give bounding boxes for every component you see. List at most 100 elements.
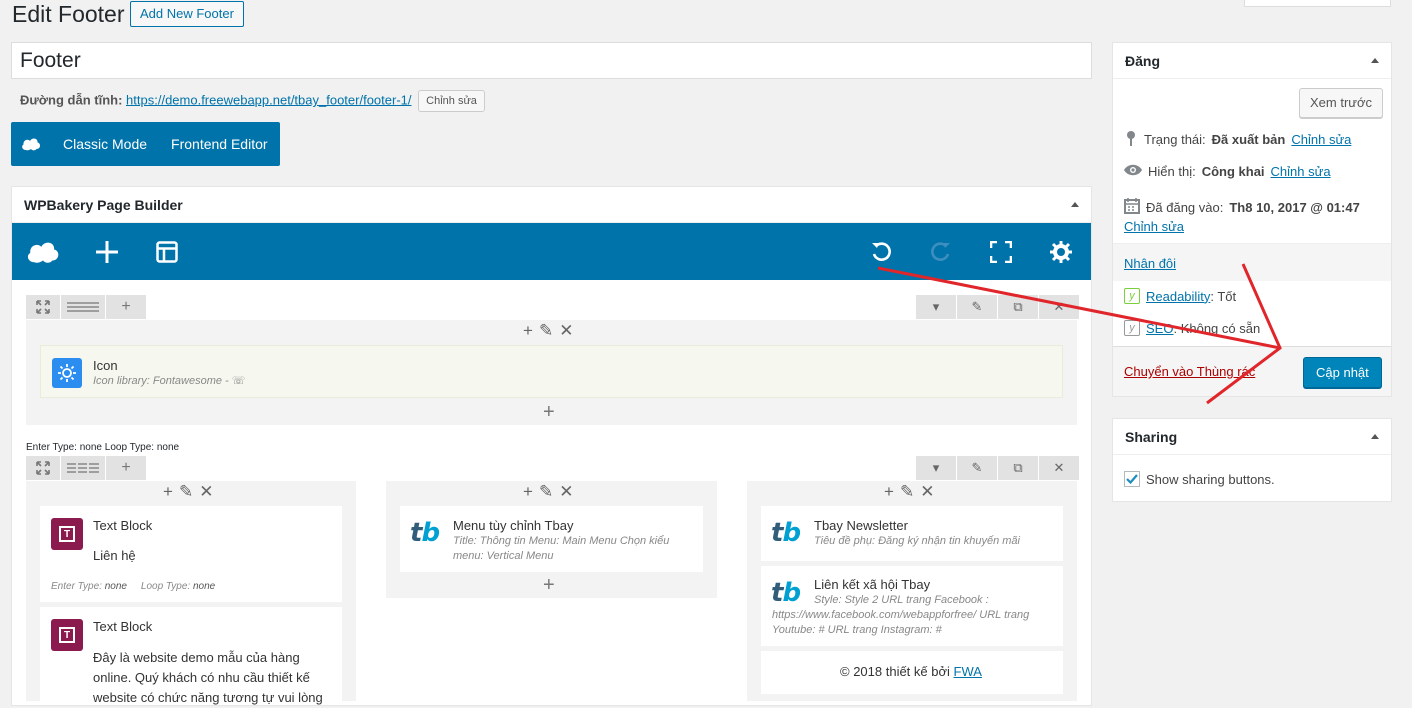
tbay-newsletter-title: Tbay Newsletter xyxy=(814,518,908,533)
publish-box: Đăng Xem trước Trạng thái: Đã xuất bản C… xyxy=(1112,42,1392,397)
permalink-edit-button[interactable]: Chỉnh sửa xyxy=(418,90,485,112)
column-add-icon[interactable]: + xyxy=(884,482,894,502)
column-add-icon[interactable]: + xyxy=(163,482,173,502)
duplicate-section: Nhân đôi xyxy=(1113,243,1391,281)
tbay-newsletter-subtitle: Tiêu đề phụ: Đăng ký nhận tin khuyến mãi xyxy=(814,535,1020,547)
column2-controls: + ✎ ✕ xyxy=(523,482,573,502)
calendar-icon xyxy=(1124,198,1140,217)
tbay-social-element[interactable]: tb Liên kết xã hội Tbay Style: Style 2 U… xyxy=(761,566,1063,646)
undo-icon[interactable] xyxy=(864,235,898,269)
row-layout-icon[interactable] xyxy=(61,295,105,319)
visibility-value: Công khai xyxy=(1201,164,1265,179)
collapse-toggle-icon[interactable] xyxy=(1371,434,1379,439)
permalink-url-link[interactable]: https://demo.freewebapp.net/tbay_footer/… xyxy=(126,92,411,107)
status-label: Trạng thái: xyxy=(1144,132,1206,147)
published-edit-link[interactable]: Chỉnh sửa xyxy=(1124,219,1184,234)
preview-button[interactable]: Xem trước xyxy=(1299,88,1384,118)
status-edit-link[interactable]: Chỉnh sửa xyxy=(1291,132,1351,147)
readability-link[interactable]: Readability xyxy=(1146,289,1210,304)
publish-box-header[interactable]: Đăng xyxy=(1113,43,1391,79)
readability-value: : Tốt xyxy=(1210,288,1237,304)
icon-element[interactable]: Icon Icon library: Fontawesome - ☏ xyxy=(40,345,1063,398)
settings-icon[interactable] xyxy=(1044,235,1078,269)
row-edit-icon[interactable]: ✎ xyxy=(957,295,997,319)
seo-link[interactable]: SEO xyxy=(1146,321,1173,336)
add-element-icon[interactable] xyxy=(90,235,124,269)
text-block-meta: Enter Type: none Loop Type: none xyxy=(51,581,216,592)
column-edit-icon[interactable]: ✎ xyxy=(539,321,553,341)
row-toggle-icon[interactable]: ▾ xyxy=(916,456,956,480)
tbay-newsletter-element[interactable]: tb Tbay Newsletter Tiêu đề phụ: Đăng ký … xyxy=(761,506,1063,561)
text-block-element[interactable]: T Text Block Đây là website demo mẫu của… xyxy=(40,607,342,705)
sharing-checkbox-label: Show sharing buttons. xyxy=(1146,471,1275,487)
column-add-icon[interactable]: + xyxy=(523,321,533,341)
cloud-icon[interactable] xyxy=(26,235,60,269)
visibility-label: Hiển thị: xyxy=(1148,164,1196,179)
tbay-menu-element[interactable]: tb Menu tùy chỉnh Tbay Title: Thông tin … xyxy=(400,506,703,572)
column-edit-icon[interactable]: ✎ xyxy=(539,482,553,502)
text-block-element[interactable]: T Text Block Liên hệ Enter Type: none Lo… xyxy=(40,506,342,602)
collapse-toggle-icon[interactable] xyxy=(1371,58,1379,63)
page-title: Edit Footer xyxy=(12,1,125,27)
column-delete-icon[interactable]: ✕ xyxy=(559,482,573,502)
collapse-toggle-icon[interactable] xyxy=(1071,202,1079,207)
column-edit-icon[interactable]: ✎ xyxy=(900,482,914,502)
sharing-checkbox[interactable] xyxy=(1124,471,1140,487)
fullscreen-icon[interactable] xyxy=(984,235,1018,269)
column-delete-icon[interactable]: ✕ xyxy=(199,482,213,502)
wpbakery-panel-title: WPBakery Page Builder xyxy=(24,196,183,213)
tbay-logo-icon: tb xyxy=(771,518,801,548)
column-edit-icon[interactable]: ✎ xyxy=(179,482,193,502)
text-block-title: Text Block xyxy=(93,619,153,634)
sharing-box-header[interactable]: Sharing xyxy=(1113,419,1391,455)
templates-icon[interactable] xyxy=(150,235,184,269)
column3-controls: + ✎ ✕ xyxy=(884,482,934,502)
seo-value: : Không có sẵn xyxy=(1173,320,1261,336)
text-block-icon: T xyxy=(51,619,83,651)
text-block-icon: T xyxy=(51,518,83,550)
sharing-box: Sharing Show sharing buttons. xyxy=(1112,418,1392,502)
column-delete-icon[interactable]: ✕ xyxy=(559,321,573,341)
publish-actions: Chuyển vào Thùng rác Cập nhật xyxy=(1113,346,1391,396)
screen-options-tab[interactable] xyxy=(1244,0,1391,7)
move-to-trash-link[interactable]: Chuyển vào Thùng rác xyxy=(1124,364,1255,379)
row-clone-icon[interactable]: ⧉ xyxy=(998,295,1038,319)
row1-controls-right: ▾ ✎ ⧉ ✕ xyxy=(915,295,1079,319)
fwa-link[interactable]: FWA xyxy=(954,664,982,679)
duplicate-link[interactable]: Nhân đôi xyxy=(1124,256,1176,271)
column2-add-element-icon[interactable]: + xyxy=(543,574,555,597)
column1-controls: + ✎ ✕ xyxy=(163,482,213,502)
permalink-row: Đường dẫn tĩnh: https://demo.freewebapp.… xyxy=(20,90,485,112)
visibility-line: Hiển thị: Công khai Chỉnh sửa xyxy=(1124,164,1331,179)
update-button[interactable]: Cập nhật xyxy=(1303,357,1382,388)
row-delete-icon[interactable]: ✕ xyxy=(1039,295,1079,319)
tbay-menu-title: Menu tùy chỉnh Tbay xyxy=(453,518,574,533)
publish-box-title: Đăng xyxy=(1125,52,1160,69)
row-toggle-icon[interactable]: ▾ xyxy=(916,295,956,319)
add-new-footer-button[interactable]: Add New Footer xyxy=(130,1,244,27)
row-drag-icon[interactable] xyxy=(26,456,60,480)
row-drag-icon[interactable] xyxy=(26,295,60,319)
classic-mode-button[interactable]: Classic Mode xyxy=(51,136,159,152)
redo-icon[interactable] xyxy=(924,235,958,269)
published-label: Đã đăng vào: xyxy=(1146,200,1224,215)
row-delete-icon[interactable]: ✕ xyxy=(1039,456,1079,480)
row-clone-icon[interactable]: ⧉ xyxy=(998,456,1038,480)
wpbakery-panel-header[interactable]: WPBakery Page Builder xyxy=(12,187,1091,223)
row-add-column-icon[interactable]: + xyxy=(106,295,146,319)
row1-add-element-icon[interactable]: + xyxy=(543,401,555,424)
text-block-title: Text Block xyxy=(93,518,153,533)
copyright-element[interactable]: © 2018 thiết kế bởi FWA xyxy=(761,651,1063,694)
text-block-body: Liên hệ xyxy=(93,548,136,563)
row-add-column-icon[interactable]: + xyxy=(106,456,146,480)
status-line: Trạng thái: Đã xuất bản Chỉnh sửa xyxy=(1124,130,1351,149)
row-edit-icon[interactable]: ✎ xyxy=(957,456,997,480)
visibility-edit-link[interactable]: Chỉnh sửa xyxy=(1271,164,1331,179)
column-delete-icon[interactable]: ✕ xyxy=(920,482,934,502)
column-add-icon[interactable]: + xyxy=(523,482,533,502)
copyright-text: © 2018 thiết kế bởi FWA xyxy=(840,664,982,679)
yoast-readability-icon: y xyxy=(1124,288,1140,304)
post-title-input[interactable]: Footer xyxy=(11,42,1092,79)
frontend-editor-button[interactable]: Frontend Editor xyxy=(159,136,280,152)
row-layout-icon[interactable] xyxy=(61,456,105,480)
